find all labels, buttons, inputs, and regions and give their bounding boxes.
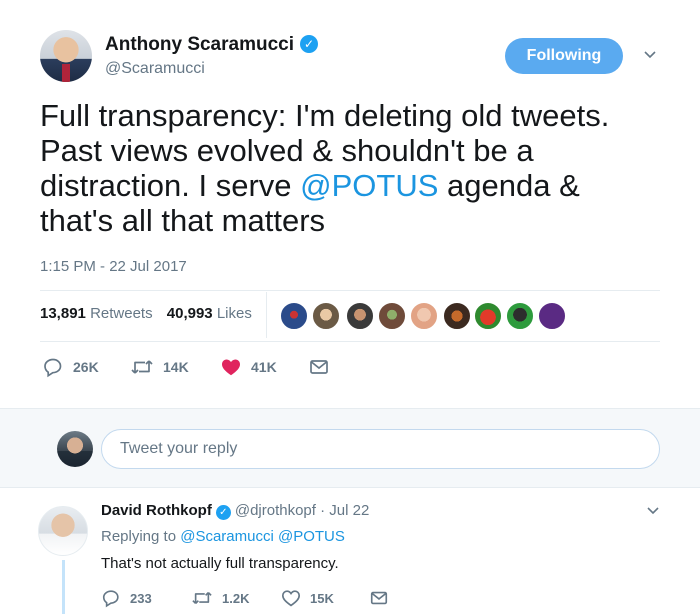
envelope-icon <box>370 591 388 605</box>
liker-avatar[interactable] <box>346 302 374 330</box>
verified-icon: ✓ <box>215 505 231 520</box>
reply-composer <box>0 408 700 488</box>
direct-message-button[interactable] <box>308 356 330 378</box>
liker-avatar[interactable] <box>378 302 406 330</box>
author-avatar[interactable] <box>40 30 92 82</box>
liker-avatar[interactable] <box>474 302 502 330</box>
like-count: 41K <box>251 359 277 375</box>
reply-count: 26K <box>73 359 99 375</box>
liker-avatar[interactable] <box>538 302 566 330</box>
reply-input[interactable] <box>101 429 660 469</box>
reply-author-avatar[interactable] <box>38 506 88 556</box>
chevron-down-icon[interactable] <box>640 46 660 66</box>
like-count: 15K <box>310 590 334 606</box>
following-button[interactable]: Following <box>505 38 623 74</box>
retweet-button[interactable]: 1.2K <box>191 588 249 608</box>
replying-to: Replying to @Scaramucci @POTUS <box>101 528 345 545</box>
envelope-icon <box>310 360 328 374</box>
retweet-count: 1.2K <box>222 590 250 606</box>
likes-stat[interactable]: 40,993 Likes <box>167 305 252 322</box>
tweet-timestamp[interactable]: 1:15 PM - 22 Jul 2017 <box>40 258 187 275</box>
tweet-text: Full transparency: I'm deleting old twee… <box>40 98 660 238</box>
liker-avatar[interactable] <box>443 302 471 330</box>
author-handle[interactable]: @Scaramucci <box>105 60 205 78</box>
divider <box>40 290 660 291</box>
replying-to-mentions[interactable]: @Scaramucci @POTUS <box>180 528 345 545</box>
divider <box>40 341 660 342</box>
reply-text: That's not actually full transparency. <box>101 555 339 572</box>
current-user-avatar <box>57 431 93 467</box>
liker-avatar[interactable] <box>506 302 534 330</box>
heart-icon <box>222 359 240 376</box>
liker-avatar[interactable] <box>410 302 438 330</box>
like-button[interactable]: 41K <box>220 356 277 378</box>
likes-count: 40,993 <box>166 305 213 322</box>
likes-label: Likes <box>216 305 252 322</box>
retweet-icon <box>131 360 153 374</box>
heart-icon <box>281 590 301 607</box>
divider <box>266 292 267 338</box>
liker-avatar[interactable] <box>280 302 308 330</box>
reply-button[interactable]: 26K <box>42 356 99 378</box>
reply-header: David Rothkopf ✓ @djrothkopf · Jul 22 <box>101 502 369 520</box>
reply-tweet[interactable]: David Rothkopf ✓ @djrothkopf · Jul 22 Repl… <box>0 488 700 614</box>
like-button[interactable]: 15K <box>281 588 334 608</box>
reply-date[interactable]: · Jul 22 <box>320 502 369 519</box>
replying-prefix: Replying to <box>101 528 177 545</box>
thread-line <box>62 560 65 614</box>
tweet-stats: 13,891 Retweets 40,993 Likes <box>40 305 252 322</box>
mention-link[interactable]: @POTUS <box>300 168 438 203</box>
reply-icon <box>102 590 119 608</box>
retweet-button[interactable]: 14K <box>130 356 189 378</box>
reply-icon <box>44 358 62 378</box>
liker-avatar[interactable] <box>312 302 340 330</box>
main-tweet: Anthony Scaramucci ✓ @Scaramucci Followin… <box>0 0 700 408</box>
retweets-stat[interactable]: 13,891 Retweets <box>40 305 153 322</box>
reply-author-handle[interactable]: @djrothkopf <box>235 502 316 519</box>
retweets-count: 13,891 <box>40 305 86 322</box>
reply-author-name[interactable]: David Rothkopf <box>101 502 212 519</box>
retweet-icon <box>192 591 212 605</box>
retweets-label: Retweets <box>90 305 153 322</box>
direct-message-button[interactable] <box>369 588 389 608</box>
chevron-down-icon[interactable] <box>645 502 661 522</box>
retweet-count: 14K <box>163 359 189 375</box>
author-name[interactable]: Anthony Scaramucci <box>105 34 294 55</box>
reply-count: 233 <box>130 590 152 606</box>
verified-icon: ✓ <box>300 35 318 53</box>
author-name-row[interactable]: Anthony Scaramucci ✓ <box>105 34 318 56</box>
reply-button[interactable]: 233 <box>101 588 152 608</box>
